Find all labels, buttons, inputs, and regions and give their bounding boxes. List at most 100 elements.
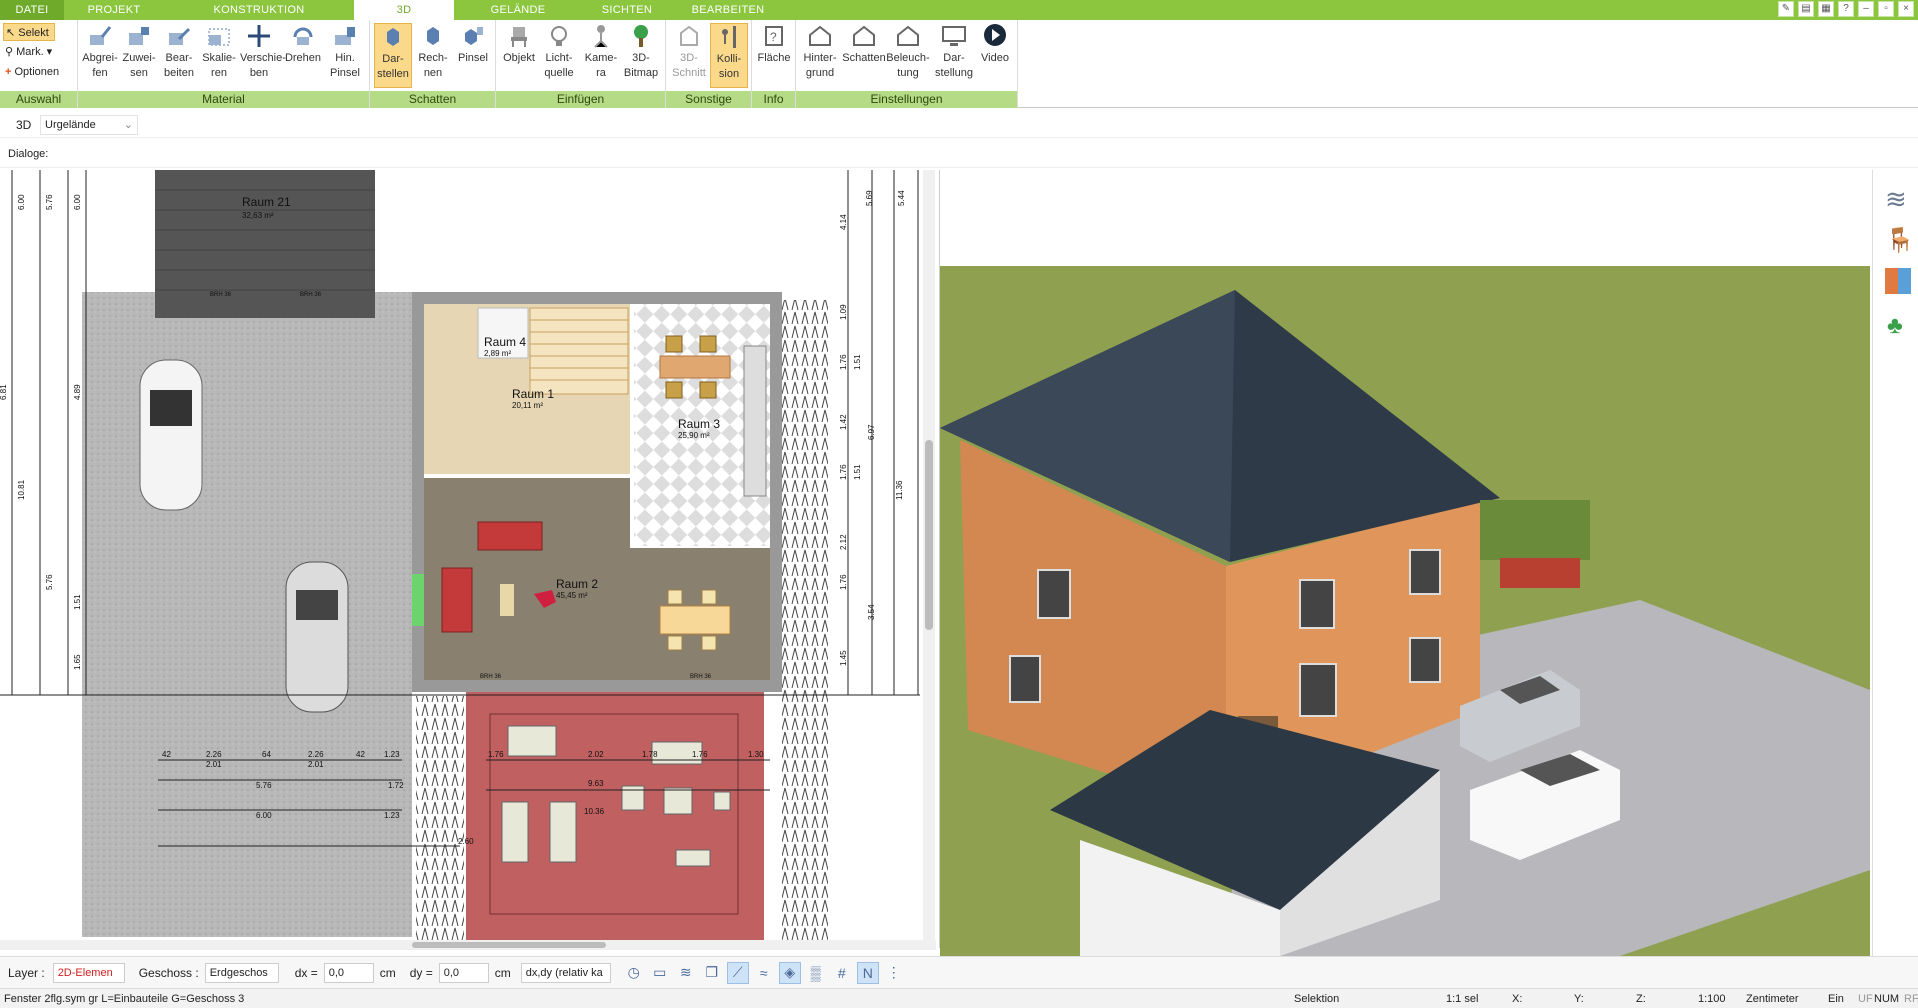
svg-text:42: 42 xyxy=(162,750,171,759)
sofa xyxy=(477,521,543,551)
svg-text:1.23: 1.23 xyxy=(384,750,400,759)
tab-3d[interactable]: 3D xyxy=(354,0,454,20)
dialog-bar: Dialoge: xyxy=(0,142,1918,168)
plan-vertical-thumb[interactable] xyxy=(925,440,933,630)
fill-icon[interactable]: ▒ xyxy=(805,962,827,984)
tab-projekt[interactable]: PROJEKT xyxy=(64,0,164,20)
svg-text:5.76: 5.76 xyxy=(45,194,54,210)
shadow-brush-button[interactable]: Pinsel xyxy=(454,23,492,88)
close-button[interactable]: × xyxy=(1898,1,1914,17)
shadow-settings-button[interactable]: Schatten xyxy=(842,23,886,88)
clock-icon[interactable]: ◷ xyxy=(623,962,645,984)
room-label-21: Raum 21 xyxy=(242,195,291,209)
help-icon[interactable]: ? xyxy=(1838,1,1854,17)
material-rotate-button[interactable]: Drehen xyxy=(284,23,322,88)
svg-text:1.76: 1.76 xyxy=(692,750,708,759)
status-unit: Zentimeter xyxy=(1746,993,1799,1005)
grid-icon[interactable]: # xyxy=(831,962,853,984)
room-area-2: 45,45 m² xyxy=(556,591,588,600)
svg-text:1.51: 1.51 xyxy=(853,464,862,480)
shadow-show-button[interactable]: Dar- stellen xyxy=(374,23,412,88)
tree-icon[interactable]: ♣ xyxy=(1887,312,1903,340)
3d-view[interactable] xyxy=(940,170,1870,956)
copy-icon[interactable]: ❐ xyxy=(701,962,723,984)
mark-icon: ⚲ xyxy=(5,46,14,58)
floor-plan-canvas[interactable]: Raum 21 32,63 m² Raum 4 2,89 m² Raum 1 2… xyxy=(0,170,940,948)
shadow-compute-button[interactable]: Rech- nen xyxy=(414,23,452,88)
svg-text:1.72: 1.72 xyxy=(388,781,404,790)
ribbon-group-einstellungen: Hinter- grund Schatten Beleuch- tung Dar… xyxy=(796,20,1018,108)
tab-gelaende[interactable]: GELÄNDE xyxy=(454,0,582,20)
select-button[interactable]: ↖ Selekt xyxy=(3,23,55,41)
room-area-4: 2,89 m² xyxy=(484,349,511,358)
terrain-select[interactable]: Urgelände ⌄ xyxy=(40,115,138,135)
brush-icon[interactable]: ✎ xyxy=(1778,1,1794,17)
materials-icon[interactable] xyxy=(1885,268,1911,294)
insert-light-button[interactable]: Licht- quelle xyxy=(540,23,578,88)
scale-icon xyxy=(208,28,230,46)
plan-vertical-scrollbar[interactable] xyxy=(923,170,935,948)
north-icon[interactable]: N xyxy=(856,961,879,984)
status-z: Z: xyxy=(1636,993,1646,1005)
svg-text:5.44: 5.44 xyxy=(897,190,906,206)
snap-line-icon[interactable]: ⟋ xyxy=(726,961,749,984)
insert-bitmap-button[interactable]: 3D- Bitmap xyxy=(622,23,660,88)
section-3d-button[interactable]: 3D- Schnitt xyxy=(670,23,708,88)
display-button[interactable]: Dar- stellung xyxy=(932,23,976,88)
lighting-button[interactable]: Beleuch- tung xyxy=(886,23,930,88)
insert-camera-button[interactable]: Kame- ra xyxy=(582,23,620,88)
material-scale-button[interactable]: Skalie- ren xyxy=(200,23,238,88)
maximize-button[interactable]: ▫ xyxy=(1878,1,1894,17)
room-label-4: Raum 4 xyxy=(484,335,526,349)
window-tile-icon[interactable]: ▦ xyxy=(1818,1,1834,17)
status-mode: Selektion xyxy=(1294,993,1340,1005)
options-button[interactable]: + Optionen xyxy=(3,63,75,81)
tab-konstruktion[interactable]: KONSTRUKTION xyxy=(164,0,354,20)
plan-horizontal-scrollbar[interactable] xyxy=(0,940,936,950)
insert-object-button[interactable]: Objekt xyxy=(500,23,538,88)
plan-horizontal-thumb[interactable] xyxy=(412,942,606,948)
more-icon[interactable]: ⋮ xyxy=(883,962,905,984)
room-area-1: 20,11 m² xyxy=(512,401,543,410)
material-assign-button[interactable]: Zuwei- sen xyxy=(120,23,158,88)
tab-bearbeiten[interactable]: BEARBEITEN xyxy=(672,0,784,20)
3d-view-canvas[interactable] xyxy=(940,170,1870,956)
wave-icon[interactable]: ≈ xyxy=(753,962,775,984)
dining-table xyxy=(659,355,731,379)
move-arrows-icon xyxy=(248,25,270,47)
layers-toggle-icon[interactable]: ≋ xyxy=(675,962,697,984)
video-button[interactable]: Video xyxy=(976,23,1014,88)
svg-text:?: ? xyxy=(770,30,777,44)
snap-grid-icon[interactable]: ◈ xyxy=(778,961,801,984)
monitor-icon[interactable]: ▭ xyxy=(649,962,671,984)
area-button[interactable]: ? Fläche xyxy=(755,23,793,88)
status-x: X: xyxy=(1512,993,1523,1005)
material-pick-button[interactable]: Abgrei- fen xyxy=(81,23,119,88)
svg-text:64: 64 xyxy=(262,750,271,759)
room-label-3: Raum 3 xyxy=(678,417,720,431)
svg-text:11.36: 11.36 xyxy=(895,480,904,500)
window-arrange-icon[interactable]: ▤ xyxy=(1798,1,1814,17)
camera-person-icon xyxy=(594,25,608,48)
tab-datei[interactable]: DATEI xyxy=(0,0,64,20)
mark-button[interactable]: ⚲ Mark. ▾ xyxy=(3,43,55,61)
collision-button[interactable]: Kolli- sion xyxy=(710,23,748,88)
dx-input[interactable]: 0,0 xyxy=(323,962,374,983)
relative-mode-select[interactable]: dx,dy (relativ ka xyxy=(520,962,611,983)
floor-select[interactable]: Erdgeschos xyxy=(204,962,279,983)
layer-select[interactable]: 2D-Elemen xyxy=(52,962,125,983)
floor-plan-view[interactable]: Raum 21 32,63 m² Raum 4 2,89 m² Raum 1 2… xyxy=(0,170,940,948)
material-edit-button[interactable]: Bear- beiten xyxy=(160,23,198,88)
chair-icon xyxy=(511,27,527,47)
dx-unit: cm xyxy=(379,965,396,980)
dy-input[interactable]: 0,0 xyxy=(438,962,489,983)
material-move-button[interactable]: Verschie- ben xyxy=(240,23,286,88)
background-button[interactable]: Hinter- grund xyxy=(798,23,842,88)
status-selection: 1:1 sel xyxy=(1446,993,1479,1005)
tab-sichten[interactable]: SICHTEN xyxy=(582,0,672,20)
layers-icon[interactable]: ≋ xyxy=(1885,184,1907,215)
svg-text:BRH 36: BRH 36 xyxy=(480,674,502,680)
minimize-button[interactable]: – xyxy=(1858,1,1874,17)
chair-icon[interactable]: 🪑 xyxy=(1885,226,1915,255)
material-brush-button[interactable]: Hin. Pinsel xyxy=(326,23,364,88)
